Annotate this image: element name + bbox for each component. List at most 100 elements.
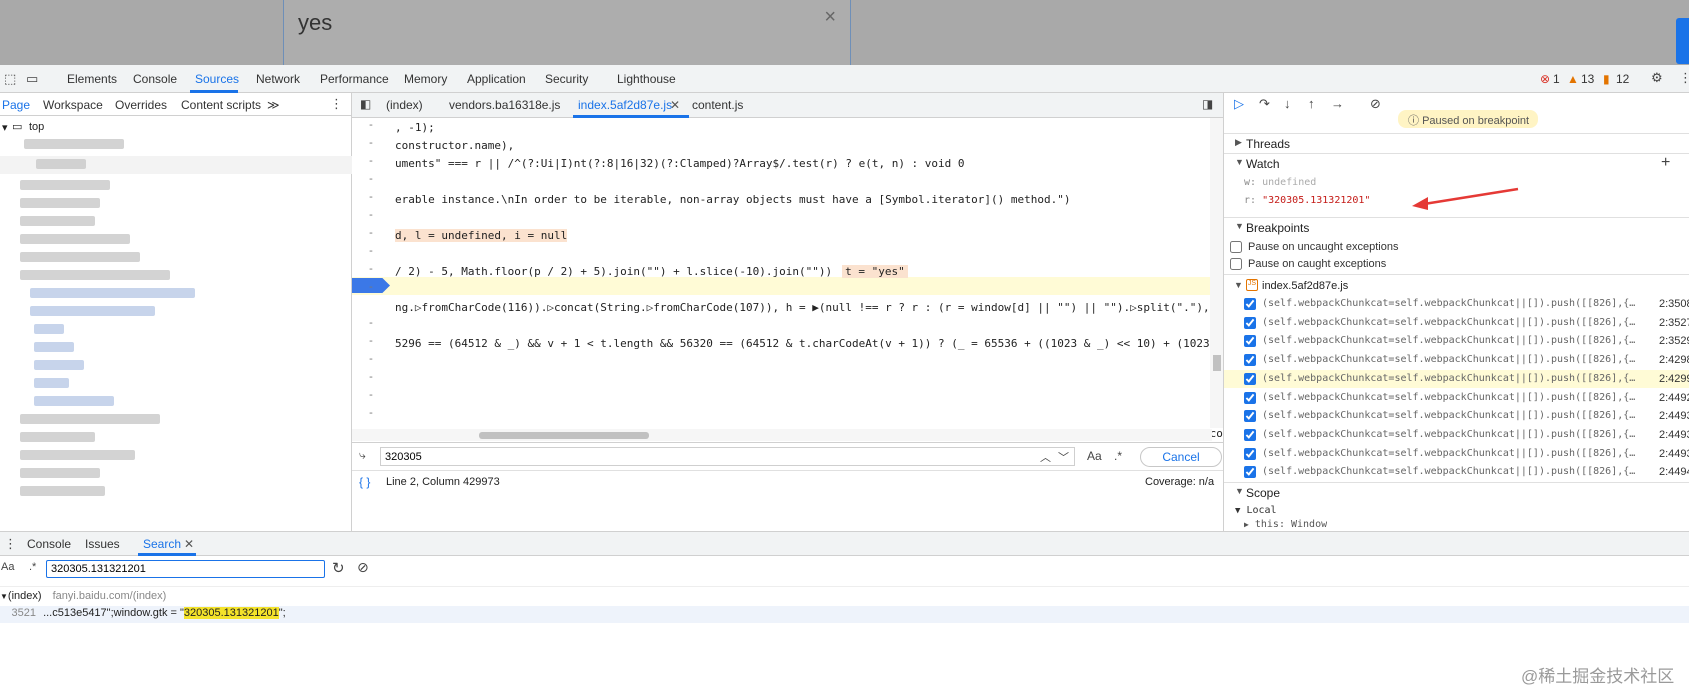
- breakpoint-checkbox[interactable]: [1244, 335, 1256, 348]
- breakpoint-checkbox[interactable]: [1244, 316, 1256, 329]
- tab-console[interactable]: Console: [133, 72, 177, 86]
- nav-tab-page[interactable]: Page: [2, 98, 30, 112]
- resume-icon[interactable]: ▷: [1234, 96, 1244, 112]
- horizontal-scroll-thumb[interactable]: [479, 432, 649, 439]
- page-input-box[interactable]: yes ×: [283, 0, 851, 65]
- match-case-toggle[interactable]: Aa: [1087, 449, 1102, 463]
- tab-lighthouse[interactable]: Lighthouse: [617, 72, 676, 86]
- toggle-navigator-icon[interactable]: ◧: [360, 97, 371, 111]
- more-options-icon[interactable]: ⋮: [1679, 70, 1689, 86]
- clear-icon[interactable]: ⊘: [357, 559, 369, 576]
- pause-caught-checkbox[interactable]: [1230, 258, 1242, 270]
- navigator-menu-icon[interactable]: ⋮: [330, 96, 343, 112]
- breakpoint-row[interactable]: (self.webpackChunkcat=self.webpackChunkc…: [1224, 463, 1689, 481]
- search-result-file[interactable]: ▼(index) fanyi.baidu.com/(index): [0, 590, 166, 602]
- refresh-icon[interactable]: ↻: [332, 559, 345, 577]
- next-match-icon[interactable]: ﹀: [1058, 449, 1069, 465]
- clear-input-icon[interactable]: ×: [824, 6, 836, 29]
- watch-section[interactable]: ▼ Watch +: [1224, 153, 1689, 173]
- breakpoint-checkbox[interactable]: [1244, 410, 1256, 423]
- this-scope-item[interactable]: ▶ this: Window: [1244, 519, 1327, 529]
- step-icon[interactable]: →: [1331, 96, 1344, 111]
- tab-application[interactable]: Application: [467, 72, 526, 86]
- line-gutter[interactable]: [352, 299, 390, 319]
- watch-item[interactable]: w: undefined: [1244, 177, 1316, 188]
- error-count[interactable]: 1: [1553, 72, 1560, 86]
- step-into-icon[interactable]: ↓: [1284, 96, 1291, 111]
- threads-section[interactable]: ▶ Threads: [1224, 133, 1689, 153]
- line-gutter[interactable]: -: [352, 389, 390, 409]
- editor-tab-vendors[interactable]: vendors.ba16318e.js: [449, 98, 560, 112]
- pause-uncaught-row[interactable]: Pause on uncaught exceptions: [1210, 238, 1676, 256]
- nav-tab-overrides[interactable]: Overrides: [115, 98, 167, 112]
- line-gutter[interactable]: -: [352, 173, 390, 193]
- breakpoint-row[interactable]: (self.webpackChunkcat=self.webpackChunkc…: [1224, 407, 1689, 425]
- close-search-tab-icon[interactable]: ✕: [184, 537, 194, 551]
- previous-match-icon[interactable]: ︿: [1040, 449, 1051, 465]
- breakpoint-checkbox[interactable]: [1244, 428, 1256, 441]
- editor-tab-index-js[interactable]: index.5af2d87e.js: [578, 98, 672, 112]
- warning-count[interactable]: 13: [1581, 72, 1594, 86]
- nav-tab-content-scripts[interactable]: Content scripts: [181, 98, 261, 112]
- drawer-tab-issues[interactable]: Issues: [85, 537, 120, 551]
- step-out-icon[interactable]: ↑: [1308, 96, 1315, 111]
- line-gutter[interactable]: -: [352, 245, 390, 265]
- vertical-scroll-thumb[interactable]: [1213, 355, 1221, 371]
- drawer-search-input[interactable]: [46, 560, 325, 578]
- line-gutter[interactable]: -: [352, 137, 390, 157]
- breakpoint-checkbox[interactable]: [1244, 298, 1256, 310]
- device-toolbar-icon[interactable]: ▭: [26, 71, 38, 87]
- issues-count[interactable]: 12: [1616, 72, 1629, 86]
- search-regex[interactable]: .*: [29, 561, 36, 573]
- local-scope[interactable]: ▼ Local: [1235, 505, 1277, 516]
- breakpoint-checkbox[interactable]: [1244, 447, 1256, 460]
- tab-elements[interactable]: Elements: [67, 72, 117, 86]
- deactivate-breakpoints-icon[interactable]: ⊘: [1370, 96, 1381, 112]
- search-match-case[interactable]: Aa: [1, 561, 14, 573]
- drawer-menu-icon[interactable]: ⋮: [4, 536, 17, 552]
- tab-sources[interactable]: Sources: [195, 72, 239, 86]
- nav-tab-workspace[interactable]: Workspace: [43, 98, 103, 112]
- line-gutter[interactable]: -: [352, 155, 390, 175]
- editor-tab-index[interactable]: (index): [386, 98, 423, 112]
- drawer-tab-search[interactable]: Search: [143, 537, 181, 551]
- regex-toggle[interactable]: .*: [1114, 449, 1122, 463]
- line-gutter[interactable]: -: [352, 209, 390, 229]
- add-watch-icon[interactable]: +: [1661, 154, 1670, 172]
- page-side-button[interactable]: [1676, 18, 1689, 64]
- breakpoint-row[interactable]: (self.webpackChunkcat=self.webpackChunkc…: [1224, 295, 1689, 313]
- editor-tab-content[interactable]: content.js: [692, 98, 743, 112]
- step-over-icon[interactable]: ↷: [1259, 96, 1270, 112]
- toggle-debugger-icon[interactable]: ◨: [1202, 97, 1213, 111]
- more-tabs-icon[interactable]: ≫: [267, 98, 280, 112]
- settings-gear-icon[interactable]: ⚙: [1651, 70, 1663, 86]
- breakpoint-row[interactable]: (self.webpackChunkcat=self.webpackChunkc…: [1224, 351, 1689, 369]
- breakpoints-section[interactable]: ▼ Breakpoints: [1224, 217, 1689, 237]
- vertical-scrollbar[interactable]: [1210, 118, 1223, 428]
- tree-arrow-icon[interactable]: ▾: [2, 121, 8, 134]
- cancel-button[interactable]: Cancel: [1140, 447, 1222, 467]
- search-result-line[interactable]: 3521 ...c513e5417";window.gtk = "320305.…: [0, 607, 286, 619]
- inspect-element-icon[interactable]: ⬚: [4, 71, 16, 87]
- line-gutter[interactable]: -: [352, 317, 390, 337]
- line-gutter[interactable]: -: [352, 371, 390, 391]
- line-gutter[interactable]: -: [352, 353, 390, 373]
- line-gutter[interactable]: -: [352, 191, 390, 211]
- watch-item[interactable]: r: "320305.131321201": [1244, 195, 1370, 206]
- line-gutter[interactable]: -: [352, 281, 390, 301]
- line-gutter[interactable]: -: [352, 335, 390, 355]
- breakpoint-row[interactable]: (self.webpackChunkcat=self.webpackChunkc…: [1224, 314, 1689, 332]
- breakpoint-row[interactable]: (self.webpackChunkcat=self.webpackChunkc…: [1224, 426, 1689, 444]
- breakpoint-checkbox[interactable]: [1244, 391, 1256, 404]
- breakpoint-row[interactable]: (self.webpackChunkcat=self.webpackChunkc…: [1224, 369, 1689, 388]
- tab-network[interactable]: Network: [256, 72, 300, 86]
- tab-security[interactable]: Security: [545, 72, 588, 86]
- expand-arrow-icon[interactable]: ▼: [1234, 280, 1243, 290]
- scope-section[interactable]: ▼ Scope: [1224, 482, 1689, 502]
- drawer-tab-console[interactable]: Console: [27, 537, 71, 551]
- pause-caught-row[interactable]: Pause on caught exceptions: [1210, 255, 1676, 273]
- find-input[interactable]: [380, 447, 1075, 466]
- breakpoint-checkbox[interactable]: [1244, 466, 1256, 479]
- line-gutter[interactable]: -: [352, 263, 390, 283]
- pause-uncaught-checkbox[interactable]: [1230, 241, 1242, 253]
